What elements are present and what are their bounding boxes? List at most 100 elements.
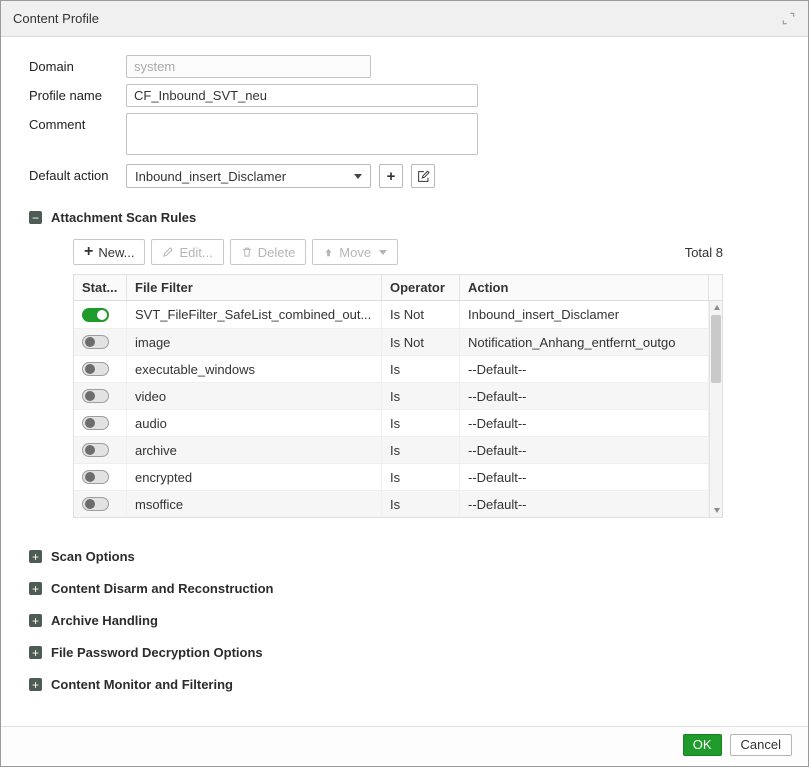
total-count: Total 8 xyxy=(685,245,723,260)
status-toggle[interactable] xyxy=(82,308,109,322)
comment-input[interactable] xyxy=(126,113,478,155)
profile-form: Domain Profile name Comment Default acti… xyxy=(29,55,780,188)
delete-button-label: Delete xyxy=(258,245,296,260)
action-cell: --Default-- xyxy=(460,410,709,436)
file-filter-cell: executable_windows xyxy=(127,356,382,382)
section-label: Attachment Scan Rules xyxy=(51,210,196,225)
table-row[interactable]: imageIs NotNotification_Anhang_entfernt_… xyxy=(74,328,709,355)
action-cell: Inbound_insert_Disclamer xyxy=(460,301,709,328)
section-label: Scan Options xyxy=(51,549,135,564)
section-label: File Password Decryption Options xyxy=(51,645,263,660)
operator-cell: Is xyxy=(382,383,460,409)
section-content-monitor[interactable]: Content Monitor and Filtering xyxy=(29,677,780,692)
status-cell xyxy=(74,464,127,490)
status-cell xyxy=(74,410,127,436)
profile-name-input[interactable] xyxy=(126,84,478,107)
scrollbar-thumb[interactable] xyxy=(711,315,721,383)
action-cell: --Default-- xyxy=(460,437,709,463)
edit-action-button[interactable] xyxy=(411,164,435,188)
new-button-label: New... xyxy=(98,245,134,260)
delete-button[interactable]: Delete xyxy=(230,239,307,265)
column-header-status[interactable]: Stat... xyxy=(74,275,127,300)
expand-plus-icon[interactable] xyxy=(29,614,42,627)
new-button[interactable]: New... xyxy=(73,239,145,265)
action-cell: --Default-- xyxy=(460,464,709,490)
comment-label: Comment xyxy=(29,113,126,132)
action-cell: --Default-- xyxy=(460,356,709,382)
add-action-button[interactable]: + xyxy=(379,164,403,188)
table-row[interactable]: audioIs--Default-- xyxy=(74,409,709,436)
file-filter-cell: video xyxy=(127,383,382,409)
section-scan-options[interactable]: Scan Options xyxy=(29,549,780,564)
status-toggle[interactable] xyxy=(82,470,109,484)
expand-icon[interactable] xyxy=(780,11,796,27)
cancel-button[interactable]: Cancel xyxy=(730,734,792,756)
expand-plus-icon[interactable] xyxy=(29,646,42,659)
section-label: Content Monitor and Filtering xyxy=(51,677,233,692)
rules-table: Stat... File Filter Operator Action SVT_… xyxy=(73,274,723,518)
domain-label: Domain xyxy=(29,55,126,74)
move-button[interactable]: Move xyxy=(312,239,398,265)
edit-icon xyxy=(417,170,430,183)
status-cell xyxy=(74,356,127,382)
collapsed-sections: Scan Options Content Disarm and Reconstr… xyxy=(29,549,780,692)
column-header-file-filter[interactable]: File Filter xyxy=(127,275,382,300)
operator-cell: Is xyxy=(382,410,460,436)
status-cell xyxy=(74,301,127,328)
table-row[interactable]: SVT_FileFilter_SafeList_combined_out...I… xyxy=(74,301,709,328)
column-header-action[interactable]: Action xyxy=(460,275,709,300)
operator-cell: Is Not xyxy=(382,301,460,328)
edit-button[interactable]: Edit... xyxy=(151,239,223,265)
section-file-password-decryption[interactable]: File Password Decryption Options xyxy=(29,645,780,660)
section-label: Archive Handling xyxy=(51,613,158,628)
file-filter-cell: SVT_FileFilter_SafeList_combined_out... xyxy=(127,301,382,328)
status-toggle[interactable] xyxy=(82,389,109,403)
scroll-down-icon[interactable] xyxy=(710,504,723,517)
status-cell xyxy=(74,491,127,517)
status-toggle[interactable] xyxy=(82,335,109,349)
table-row[interactable]: videoIs--Default-- xyxy=(74,382,709,409)
table-row[interactable]: encryptedIs--Default-- xyxy=(74,463,709,490)
default-action-row: Inbound_insert_Disclamer + xyxy=(126,164,780,188)
dialog-titlebar: Content Profile xyxy=(1,1,808,37)
file-filter-cell: msoffice xyxy=(127,491,382,517)
action-cell: Notification_Anhang_entfernt_outgo xyxy=(460,329,709,355)
default-action-value: Inbound_insert_Disclamer xyxy=(135,169,354,184)
status-toggle[interactable] xyxy=(82,362,109,376)
scroll-up-icon[interactable] xyxy=(710,301,723,314)
table-row[interactable]: executable_windowsIs--Default-- xyxy=(74,355,709,382)
section-attachment-scan-rules[interactable]: Attachment Scan Rules xyxy=(29,210,780,225)
action-cell: --Default-- xyxy=(460,491,709,517)
default-action-select[interactable]: Inbound_insert_Disclamer xyxy=(126,164,371,188)
section-content-disarm[interactable]: Content Disarm and Reconstruction xyxy=(29,581,780,596)
dialog-body: Domain Profile name Comment Default acti… xyxy=(1,37,808,726)
status-toggle[interactable] xyxy=(82,416,109,430)
section-label: Content Disarm and Reconstruction xyxy=(51,581,273,596)
expand-plus-icon[interactable] xyxy=(29,550,42,563)
chevron-down-icon xyxy=(379,250,387,255)
column-header-operator[interactable]: Operator xyxy=(382,275,460,300)
table-scrollbar[interactable] xyxy=(709,301,722,517)
move-button-label: Move xyxy=(339,245,371,260)
edit-button-label: Edit... xyxy=(179,245,212,260)
profile-name-label: Profile name xyxy=(29,84,126,103)
expand-plus-icon[interactable] xyxy=(29,582,42,595)
operator-cell: Is xyxy=(382,437,460,463)
section-archive-handling[interactable]: Archive Handling xyxy=(29,613,780,628)
plus-icon xyxy=(84,244,93,260)
table-row[interactable]: msofficeIs--Default-- xyxy=(74,490,709,517)
collapse-icon[interactable] xyxy=(29,211,42,224)
dialog-title: Content Profile xyxy=(13,11,99,26)
domain-input[interactable] xyxy=(126,55,371,78)
expand-plus-icon[interactable] xyxy=(29,678,42,691)
status-toggle[interactable] xyxy=(82,443,109,457)
action-cell: --Default-- xyxy=(460,383,709,409)
ok-button[interactable]: OK xyxy=(683,734,722,756)
operator-cell: Is xyxy=(382,356,460,382)
table-row[interactable]: archiveIs--Default-- xyxy=(74,436,709,463)
attachment-rules-panel: New... Edit... Delete xyxy=(73,239,723,518)
move-up-icon xyxy=(323,247,334,258)
content-profile-dialog: Content Profile Domain Profile name Comm… xyxy=(0,0,809,767)
status-toggle[interactable] xyxy=(82,497,109,511)
file-filter-cell: encrypted xyxy=(127,464,382,490)
